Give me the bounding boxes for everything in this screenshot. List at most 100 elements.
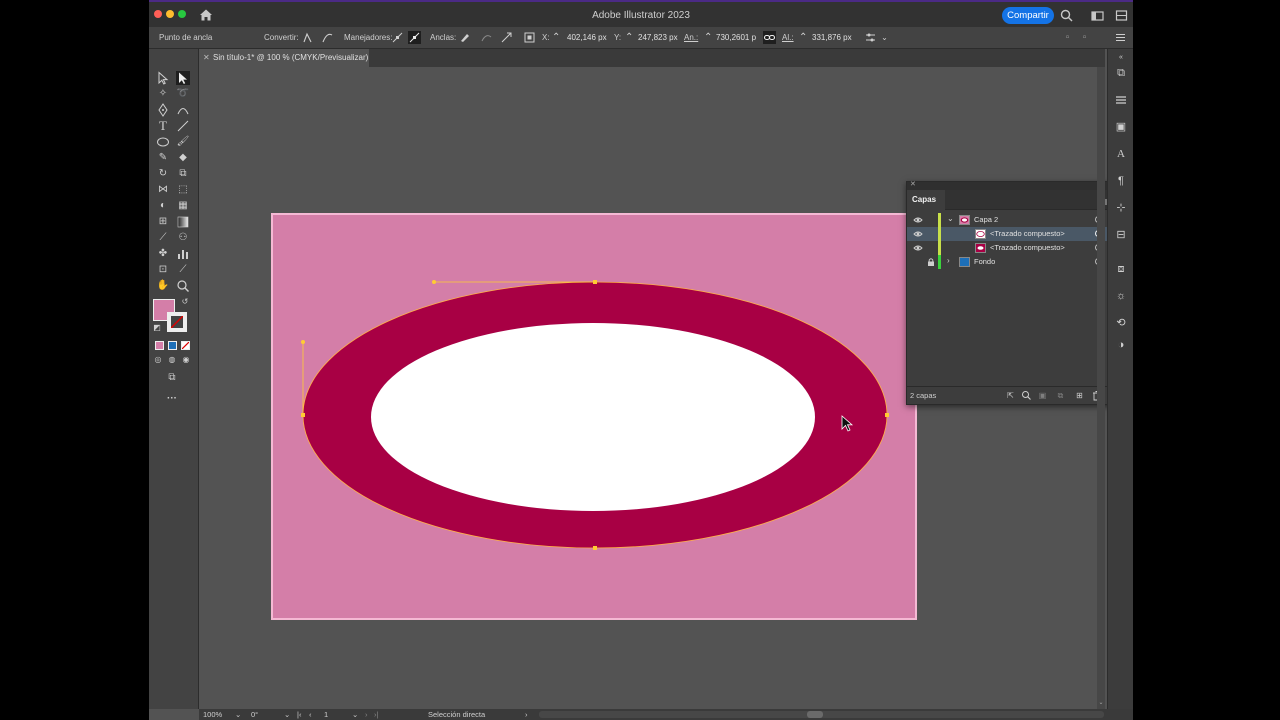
- chevron-down-icon[interactable]: ⌄: [352, 710, 358, 719]
- control-bar-menu-icon[interactable]: [1114, 31, 1127, 44]
- convert-to-smooth-icon[interactable]: [321, 31, 334, 44]
- canvas-area[interactable]: ✕ « Capas ⌄ Capa 2: [199, 67, 1118, 709]
- hide-handles-icon[interactable]: [408, 31, 421, 44]
- pen-tool-icon[interactable]: [156, 103, 170, 117]
- ring-inner-hole[interactable]: [371, 323, 815, 511]
- selection-tool-icon[interactable]: [156, 71, 170, 85]
- gradient-mode-button[interactable]: [168, 341, 177, 350]
- mesh-tool-icon[interactable]: ⊞: [156, 215, 170, 229]
- status-menu-arrow-icon[interactable]: ›: [525, 710, 528, 719]
- direct-selection-tool-icon[interactable]: [176, 71, 190, 85]
- appearance-panel-icon[interactable]: ☼: [1114, 289, 1128, 303]
- character-panel-icon[interactable]: A: [1114, 147, 1128, 161]
- height-stepper-icon[interactable]: ⌃: [799, 31, 807, 44]
- graphic-styles-panel-icon[interactable]: ⟲: [1114, 316, 1128, 330]
- visibility-eye-icon[interactable]: [913, 215, 923, 225]
- chevron-down-icon[interactable]: ⌄: [880, 31, 889, 44]
- search-icon[interactable]: [1060, 9, 1073, 22]
- y-value-field[interactable]: 247,823 px: [638, 31, 683, 44]
- screen-mode-icon[interactable]: ⧉: [165, 371, 179, 385]
- height-value-field[interactable]: 331,876 px: [812, 31, 857, 44]
- layers-dock-icon[interactable]: [1114, 93, 1128, 107]
- layer-name[interactable]: Fondo: [974, 257, 995, 266]
- pathfinder-panel-icon[interactable]: ⧈: [1114, 262, 1128, 276]
- magic-wand-tool-icon[interactable]: ✧: [156, 87, 170, 101]
- close-panel-icon[interactable]: ✕: [910, 180, 916, 188]
- vertical-scrollbar[interactable]: [1097, 67, 1105, 709]
- anchor-point-top[interactable]: [593, 280, 597, 284]
- layer-name[interactable]: <Trazado compuesto>: [990, 229, 1065, 238]
- width-value-field[interactable]: 730,2601 p: [716, 31, 761, 44]
- rotation-field[interactable]: 0°: [251, 710, 258, 719]
- transform-options-icon[interactable]: [864, 31, 877, 44]
- anchor-point-bottom[interactable]: [593, 546, 597, 550]
- layer-name[interactable]: Capa 2: [974, 215, 998, 224]
- cut-path-icon[interactable]: [500, 31, 513, 44]
- last-artboard-icon[interactable]: ›|: [374, 710, 378, 719]
- chevron-right-icon[interactable]: ›: [947, 256, 950, 265]
- width-tool-icon[interactable]: ⋈: [156, 183, 170, 197]
- chevron-down-icon[interactable]: ⌄: [947, 214, 954, 223]
- new-sublayer-icon[interactable]: ⧉: [1055, 390, 1066, 401]
- chevron-down-icon[interactable]: ⌄: [235, 710, 241, 719]
- handle-point-top[interactable]: [432, 280, 436, 284]
- horizontal-scrollbar[interactable]: [539, 711, 1104, 718]
- x-value-field[interactable]: 402,146 px: [567, 31, 612, 44]
- column-graph-tool-icon[interactable]: [176, 247, 190, 261]
- lasso-tool-icon[interactable]: ➰: [176, 87, 190, 101]
- anchor-point-left[interactable]: [301, 413, 305, 417]
- remove-anchor-icon[interactable]: [458, 31, 471, 44]
- panel-header[interactable]: ✕ «: [907, 179, 1117, 190]
- visibility-eye-icon[interactable]: [913, 243, 923, 253]
- document-tab[interactable]: ✕ Sin título-1* @ 100 % (CMYK/Previsuali…: [199, 49, 369, 67]
- properties-panel-icon[interactable]: ⧉: [1114, 66, 1128, 80]
- new-layer-icon[interactable]: ⊞: [1074, 390, 1085, 401]
- dock-collapse-icon[interactable]: «: [1114, 51, 1128, 65]
- paintbrush-tool-icon[interactable]: 🖌: [176, 135, 190, 149]
- link-proportions-icon[interactable]: [763, 31, 776, 44]
- horizontal-scroll-thumb[interactable]: [807, 711, 823, 718]
- first-artboard-icon[interactable]: |‹: [297, 710, 301, 719]
- align-panel-icon[interactable]: ⊟: [1114, 228, 1128, 242]
- chevron-down-icon[interactable]: ⌄: [284, 710, 290, 719]
- hand-tool-icon[interactable]: ✋: [156, 279, 170, 293]
- isolate-selection-icon[interactable]: [523, 31, 536, 44]
- layers-tab[interactable]: Capas: [907, 190, 945, 210]
- eraser-tool-icon[interactable]: ◆: [176, 151, 190, 165]
- previous-artboard-icon[interactable]: ‹: [309, 710, 312, 719]
- none-mode-button[interactable]: [181, 341, 190, 350]
- show-handles-icon[interactable]: [391, 31, 404, 44]
- y-stepper-icon[interactable]: ⌃: [625, 31, 633, 44]
- ellipse-tool-icon[interactable]: [156, 135, 170, 149]
- shaper-tool-icon[interactable]: ✎: [156, 151, 170, 165]
- draw-inside-icon[interactable]: ◉: [181, 355, 191, 365]
- curvature-tool-icon[interactable]: [176, 103, 190, 117]
- blend-tool-icon[interactable]: ⚇: [176, 231, 190, 245]
- arrange-documents-icon[interactable]: [1115, 9, 1128, 22]
- visibility-eye-icon[interactable]: [913, 229, 923, 239]
- export-icon[interactable]: ⇱: [1005, 390, 1016, 401]
- symbol-sprayer-tool-icon[interactable]: ✤: [156, 247, 170, 261]
- share-button[interactable]: Compartir: [1002, 7, 1054, 24]
- lock-icon[interactable]: [927, 257, 935, 267]
- stroke-color-swatch[interactable]: [167, 312, 187, 332]
- scroll-down-arrow-icon[interactable]: ⌄: [1097, 699, 1105, 707]
- draw-behind-icon[interactable]: ◍: [167, 355, 177, 365]
- locate-object-icon[interactable]: [1021, 390, 1032, 401]
- workspace-switcher-icon[interactable]: [1091, 9, 1104, 22]
- color-panel-icon[interactable]: ◑: [1114, 338, 1128, 352]
- transform-panel-icon[interactable]: ⊹: [1114, 201, 1128, 215]
- x-stepper-icon[interactable]: ⌃: [552, 31, 560, 44]
- handle-point-left[interactable]: [301, 340, 305, 344]
- layer-row-compound-path-1[interactable]: <Trazado compuesto>: [907, 227, 1117, 241]
- clipping-mask-icon[interactable]: ▣: [1037, 390, 1048, 401]
- connect-paths-icon[interactable]: [480, 31, 493, 44]
- anchor-point-right[interactable]: [885, 413, 889, 417]
- artboard-number-field[interactable]: 1: [324, 710, 328, 719]
- width-stepper-icon[interactable]: ⌃: [704, 31, 712, 44]
- convert-to-corner-icon[interactable]: [301, 31, 314, 44]
- zoom-level-field[interactable]: 100%: [203, 710, 222, 719]
- scale-tool-icon[interactable]: ⧉: [176, 167, 190, 181]
- rotate-tool-icon[interactable]: ↻: [156, 167, 170, 181]
- color-mode-button[interactable]: [155, 341, 164, 350]
